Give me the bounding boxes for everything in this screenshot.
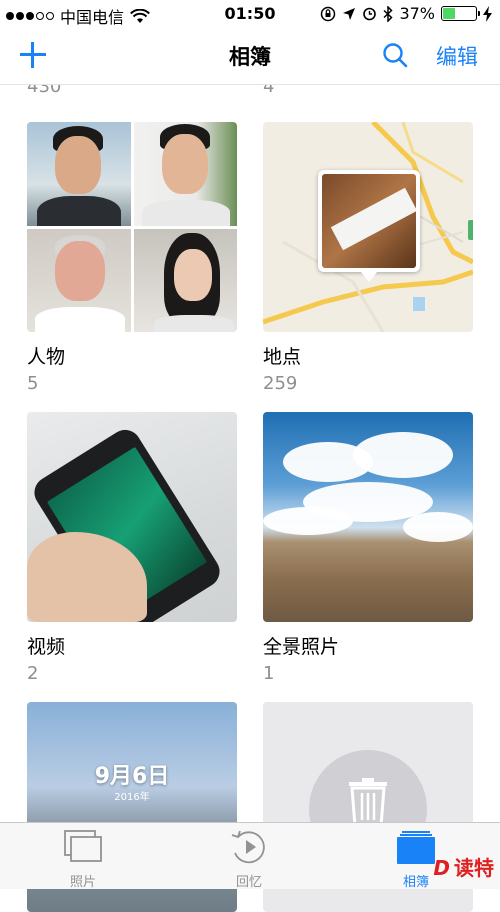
battery-percent: 37% [399,4,435,23]
album-places[interactable]: 地点 259 [263,122,475,394]
albums-tab-icon [397,831,435,864]
photos-tab-icon [64,830,102,862]
person-photo [27,228,131,332]
battery-fill [443,8,455,19]
album-count: 5 [27,373,39,394]
alarm-icon [363,7,377,21]
person-photo [27,122,131,226]
memory-date: 9月6日 [94,764,170,789]
album-title: 人物 [27,346,66,368]
bluetooth-icon [383,5,394,22]
map-photo-pin [318,170,420,282]
tab-label: 回忆 [235,875,262,890]
charging-icon [483,5,492,22]
search-icon[interactable] [382,42,408,68]
navigation-bar: 相簿 编辑 [0,28,500,85]
album-videos[interactable]: 视频 2 [27,412,239,684]
album-title: 视频 [27,636,66,658]
tab-bar: 照片 回忆 相簿 D 读特 [0,822,500,890]
edit-button[interactable]: 编辑 [436,41,478,71]
person-photo [133,228,237,332]
battery-icon [441,6,480,21]
location-icon [343,7,356,20]
watermark-logo: D 读特 [433,856,494,880]
person-photo [133,122,237,226]
memories-tab-icon [231,830,265,864]
panorama-thumbnail [263,412,473,622]
page-title: 相簿 [229,45,271,69]
map-thumbnail [263,122,473,332]
album-panoramas[interactable]: 全景照片 1 [263,412,475,684]
people-thumbnail [27,122,237,332]
status-bar: 中国电信 01:50 37% [0,0,500,28]
album-count: 1 [263,663,275,684]
trash-icon [349,778,387,828]
rotation-lock-icon [321,6,336,21]
album-title: 地点 [263,346,302,368]
album-count: 259 [263,373,298,394]
status-right: 37% [320,4,492,23]
album-count: 2 [27,663,39,684]
watermark-text: 读特 [454,856,494,880]
tab-photos[interactable]: 照片 [23,829,143,890]
album-people[interactable]: 人物 5 [27,122,239,394]
memory-year: 2016年 [114,792,150,803]
tab-label: 照片 [69,875,96,890]
tab-memories[interactable]: 回忆 [189,829,309,890]
video-thumbnail [27,412,237,622]
album-title: 全景照片 [263,636,340,658]
